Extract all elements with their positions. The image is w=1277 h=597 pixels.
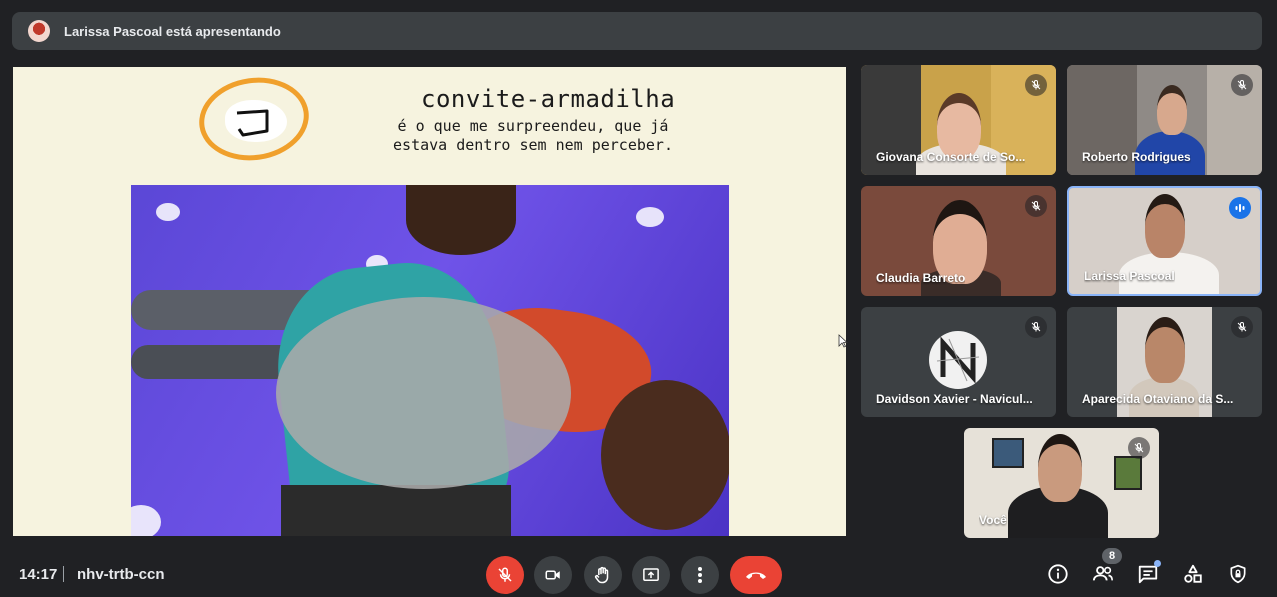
wall-picture <box>992 438 1024 468</box>
slide-photo <box>131 185 729 536</box>
host-controls-icon <box>1230 564 1246 584</box>
presenter-avatar <box>28 20 50 42</box>
navicula-logo-icon <box>936 336 980 384</box>
participant-face <box>1038 434 1082 502</box>
participant-name: Davidson Xavier - Navicul... <box>876 392 1033 406</box>
people-button[interactable] <box>1090 561 1116 587</box>
participant-tile[interactable]: Roberto Rodrigues <box>1067 65 1262 175</box>
leave-call-button[interactable] <box>730 556 782 594</box>
hangup-icon <box>746 572 766 579</box>
participant-tile[interactable]: Davidson Xavier - Navicul... <box>861 307 1056 417</box>
slide-subtitle-line-1: é o que me surpreendeu, que já <box>397 117 669 135</box>
presenting-text: Larissa Pascoal está apresentando <box>64 23 281 39</box>
self-view-tile[interactable]: Você <box>964 428 1159 538</box>
participant-tile[interactable]: Claudia Barreto <box>861 186 1056 296</box>
participant-name: Giovana Consorte de So... <box>876 150 1026 164</box>
participant-face <box>1145 194 1185 258</box>
slide-title: convite-armadilha <box>421 85 676 113</box>
participant-name: Claudia Barreto <box>876 271 966 285</box>
dancer-hair <box>601 380 729 530</box>
mic-off-icon <box>1025 74 1047 96</box>
light-spot <box>156 203 180 221</box>
mic-off-icon <box>1231 74 1253 96</box>
dancer-head <box>406 185 516 255</box>
participant-avatar <box>929 331 987 389</box>
new-message-dot <box>1154 560 1161 567</box>
logo-icon <box>236 109 269 137</box>
meeting-time: 14:17 <box>19 566 58 583</box>
mic-off-icon <box>1128 437 1150 459</box>
people-count-badge: 8 <box>1102 548 1122 564</box>
participant-face <box>1157 85 1187 135</box>
mouse-cursor-icon <box>838 334 848 348</box>
mic-off-icon <box>1025 316 1047 338</box>
activities-icon <box>1184 564 1202 583</box>
host-controls-button[interactable] <box>1225 561 1251 587</box>
dancer-pants <box>281 485 511 536</box>
blurred-region <box>276 297 571 489</box>
mic-off-icon <box>1231 316 1253 338</box>
light-spot <box>131 505 161 536</box>
participant-tile[interactable]: Giovana Consorte de So... <box>861 65 1056 175</box>
slide-subtitle: é o que me surpreendeu, que já estava de… <box>363 117 703 155</box>
raise-hand-icon <box>594 566 609 584</box>
present-now-button[interactable] <box>632 556 670 594</box>
participant-name: Larissa Pascoal <box>1084 269 1175 283</box>
toggle-camera-button[interactable] <box>534 556 572 594</box>
light-spot <box>636 207 664 227</box>
meeting-details-button[interactable] <box>1045 561 1071 587</box>
wall-picture <box>1114 456 1142 490</box>
more-vert-icon <box>698 567 702 583</box>
info-icon <box>1048 564 1068 584</box>
presentation-stage[interactable]: convite-armadilha é o que me surpreendeu… <box>13 67 846 536</box>
mic-off-icon <box>498 567 512 582</box>
activities-button[interactable] <box>1180 561 1206 587</box>
present-icon <box>643 568 659 581</box>
toggle-mic-button[interactable] <box>486 556 524 594</box>
control-bar: 14:17 nhv-trtb-ccn 8 <box>0 548 1277 597</box>
raise-hand-button[interactable] <box>584 556 622 594</box>
meeting-code: nhv-trtb-ccn <box>77 566 165 583</box>
camera-icon <box>545 570 560 580</box>
participant-name: Roberto Rodrigues <box>1082 150 1191 164</box>
participant-name: Aparecida Otaviano da S... <box>1082 392 1234 406</box>
mic-off-icon <box>1025 195 1047 217</box>
presenting-banner: Larissa Pascoal está apresentando <box>12 12 1262 50</box>
speaking-indicator-icon <box>1229 197 1251 219</box>
divider <box>63 566 64 582</box>
slide-subtitle-line-2: estava dentro sem nem perceber. <box>393 136 673 154</box>
participant-tile[interactable]: Aparecida Otaviano da S... <box>1067 307 1262 417</box>
more-options-button[interactable] <box>681 556 719 594</box>
participant-tile-speaking[interactable]: Larissa Pascoal <box>1067 186 1262 296</box>
people-icon <box>1092 566 1113 581</box>
participant-face <box>1145 317 1185 383</box>
participant-name: Você <box>979 513 1007 527</box>
